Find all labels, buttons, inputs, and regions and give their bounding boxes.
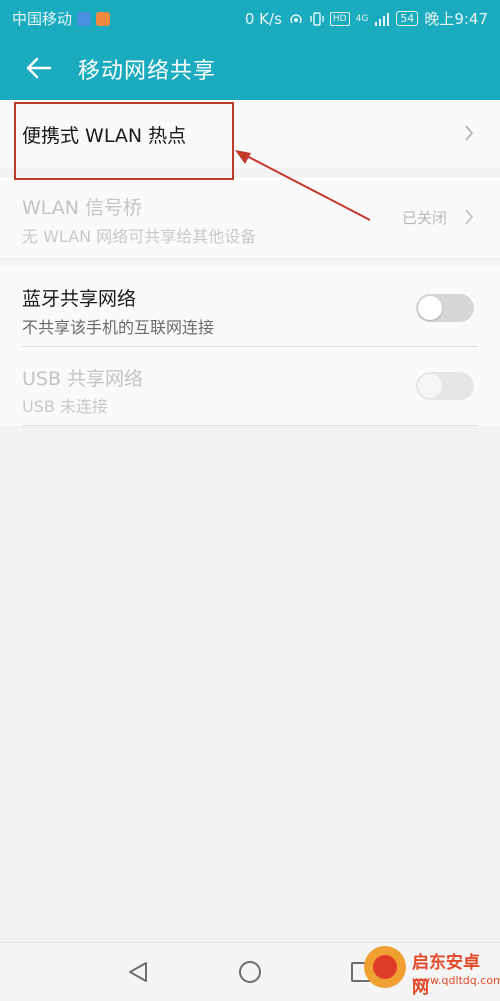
wlan-bridge-subtitle: 无 WLAN 网络可共享给其他设备 (22, 227, 257, 246)
watermark-name: 启东安卓网 (412, 953, 480, 998)
bluetooth-tethering-item[interactable]: 蓝牙共享网络 不共享该手机的互联网连接 (0, 266, 500, 346)
usb-toggle[interactable] (416, 372, 474, 400)
status-bar: 中国移动 0 K/s HD 4G 54 晚上9:47 (0, 0, 500, 34)
chevron-right-icon (465, 209, 474, 225)
hd-badge: HD (329, 11, 350, 26)
watermark-logo-icon (364, 946, 406, 988)
wlan-bridge-title: WLAN 信号桥 (22, 197, 143, 219)
battery-icon: 54 (396, 11, 419, 26)
app-notification-icon (77, 11, 92, 26)
highlight-box (14, 102, 234, 180)
hotspot-icon (290, 13, 302, 23)
divider (22, 425, 478, 426)
wlan-bridge-status: 已关闭 (402, 209, 448, 227)
vibrate-icon (310, 11, 324, 26)
network-type: 4G (355, 13, 369, 24)
carrier-label: 中国移动 (12, 10, 73, 28)
status-left: 中国移动 (12, 8, 111, 29)
triangle-back-icon[interactable] (124, 957, 154, 987)
watermark: 启东安卓网 www.qdltdq.com (364, 944, 500, 998)
page-title: 移动网络共享 (78, 59, 217, 84)
annotation-arrow (235, 150, 371, 221)
clock: 晚上9:47 (424, 10, 488, 28)
bluetooth-subtitle: 不共享该手机的互联网连接 (22, 318, 215, 337)
network-speed: 0 K/s (244, 9, 282, 28)
tethering-group: 蓝牙共享网络 不共享该手机的互联网连接 USB 共享网络 USB 未连接 (0, 266, 500, 426)
video-notification-icon (96, 11, 111, 26)
toggle-knob (418, 374, 442, 398)
bluetooth-toggle[interactable] (416, 294, 474, 322)
arrow-left-icon[interactable] (22, 52, 54, 84)
usb-subtitle: USB 未连接 (22, 397, 108, 416)
circle-home-icon[interactable] (235, 957, 265, 987)
chevron-right-icon (465, 125, 474, 141)
watermark-url: www.qdltdq.com (412, 974, 500, 987)
toggle-knob (418, 296, 442, 320)
usb-tethering-item[interactable]: USB 共享网络 USB 未连接 (0, 347, 500, 426)
signal-icon (375, 12, 390, 26)
status-right: 0 K/s HD 4G 54 晚上9:47 (245, 8, 488, 29)
bluetooth-title: 蓝牙共享网络 (22, 288, 137, 310)
usb-title: USB 共享网络 (22, 368, 144, 390)
app-bar: 移动网络共享 (0, 34, 500, 100)
